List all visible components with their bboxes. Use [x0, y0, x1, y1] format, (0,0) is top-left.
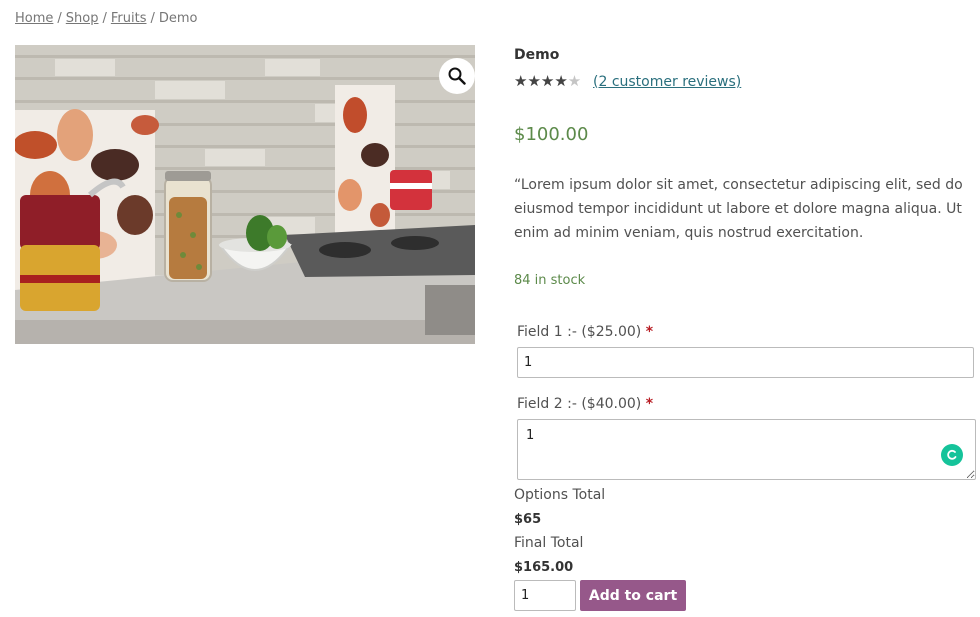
star-rating: ★★★★★ ★★★★★: [514, 72, 589, 90]
breadcrumb-separator: /: [150, 11, 155, 26]
field-2-label-text: Field 2 :- ($40.00): [517, 396, 642, 412]
zoom-button[interactable]: [439, 58, 475, 94]
product-rating: ★★★★★ ★★★★★ (2 customer reviews): [514, 72, 741, 90]
add-to-cart-button[interactable]: Add to cart: [580, 580, 686, 611]
product-description: “Lorem ipsum dolor sit amet, consectetur…: [514, 177, 963, 241]
grammarly-icon: [947, 449, 957, 460]
product-image[interactable]: [15, 45, 475, 344]
breadcrumb-home[interactable]: Home: [15, 11, 53, 26]
options-total-value: $65: [514, 512, 542, 527]
field-2-label: Field 2 :- ($40.00) *: [517, 396, 653, 412]
breadcrumb: Home / Shop / Fruits / Demo: [15, 11, 198, 26]
star-rating-filled: ★★★★★: [514, 72, 567, 90]
required-mark: *: [645, 324, 654, 340]
options-total-label: Options Total: [514, 487, 606, 503]
field-1-label-text: Field 1 :- ($25.00): [517, 324, 642, 340]
breadcrumb-separator: /: [57, 11, 62, 26]
grammarly-button[interactable]: [941, 444, 963, 466]
field-1-label: Field 1 :- ($25.00) *: [517, 324, 653, 340]
product-price: $100.00: [514, 124, 589, 145]
breadcrumb-fruits[interactable]: Fruits: [111, 11, 147, 26]
magnifier-icon: [448, 67, 466, 85]
final-total-value: $165.00: [514, 560, 574, 575]
quantity-input[interactable]: [514, 580, 576, 611]
required-mark: *: [645, 396, 654, 412]
field-1-input[interactable]: [517, 347, 974, 378]
reviews-link[interactable]: (2 customer reviews): [593, 74, 741, 90]
breadcrumb-shop[interactable]: Shop: [66, 11, 99, 26]
field-2-textarea[interactable]: 1: [517, 419, 976, 480]
product-title: Demo: [514, 47, 560, 63]
stock-status: 84 in stock: [514, 273, 586, 288]
final-total-label: Final Total: [514, 535, 584, 551]
breadcrumb-separator: /: [102, 11, 107, 26]
kitchen-photo: [15, 45, 475, 344]
breadcrumb-current: Demo: [158, 11, 198, 26]
